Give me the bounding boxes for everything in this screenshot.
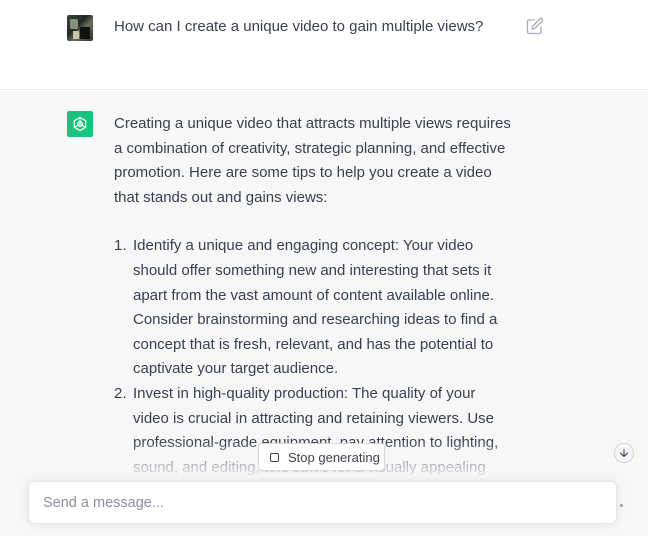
scroll-to-bottom-button[interactable]	[614, 443, 634, 463]
send-button[interactable]	[620, 504, 623, 507]
stop-square-icon	[270, 452, 279, 462]
assistant-intro-paragraph: Creating a unique video that attracts mu…	[114, 115, 511, 206]
arrow-down-icon	[619, 448, 629, 458]
list-item: 1. Identify a unique and engaging concep…	[114, 234, 514, 382]
message-composer[interactable]	[28, 481, 623, 524]
user-message-row: How can I create a unique video to gain …	[0, 0, 648, 90]
list-item-number: 2.	[114, 384, 127, 402]
stop-generating-button[interactable]: Stop generating	[258, 443, 385, 471]
pencil-edit-icon[interactable]	[526, 17, 544, 35]
stop-generating-label: Stop generating	[288, 449, 380, 465]
openai-logo-icon	[67, 111, 93, 137]
user-avatar	[67, 15, 93, 41]
list-item-number: 1.	[114, 237, 127, 255]
list-item-text: Identify a unique and engaging concept: …	[133, 237, 498, 378]
user-message-text: How can I create a unique video to gain …	[114, 18, 484, 35]
message-input[interactable]	[43, 492, 583, 514]
